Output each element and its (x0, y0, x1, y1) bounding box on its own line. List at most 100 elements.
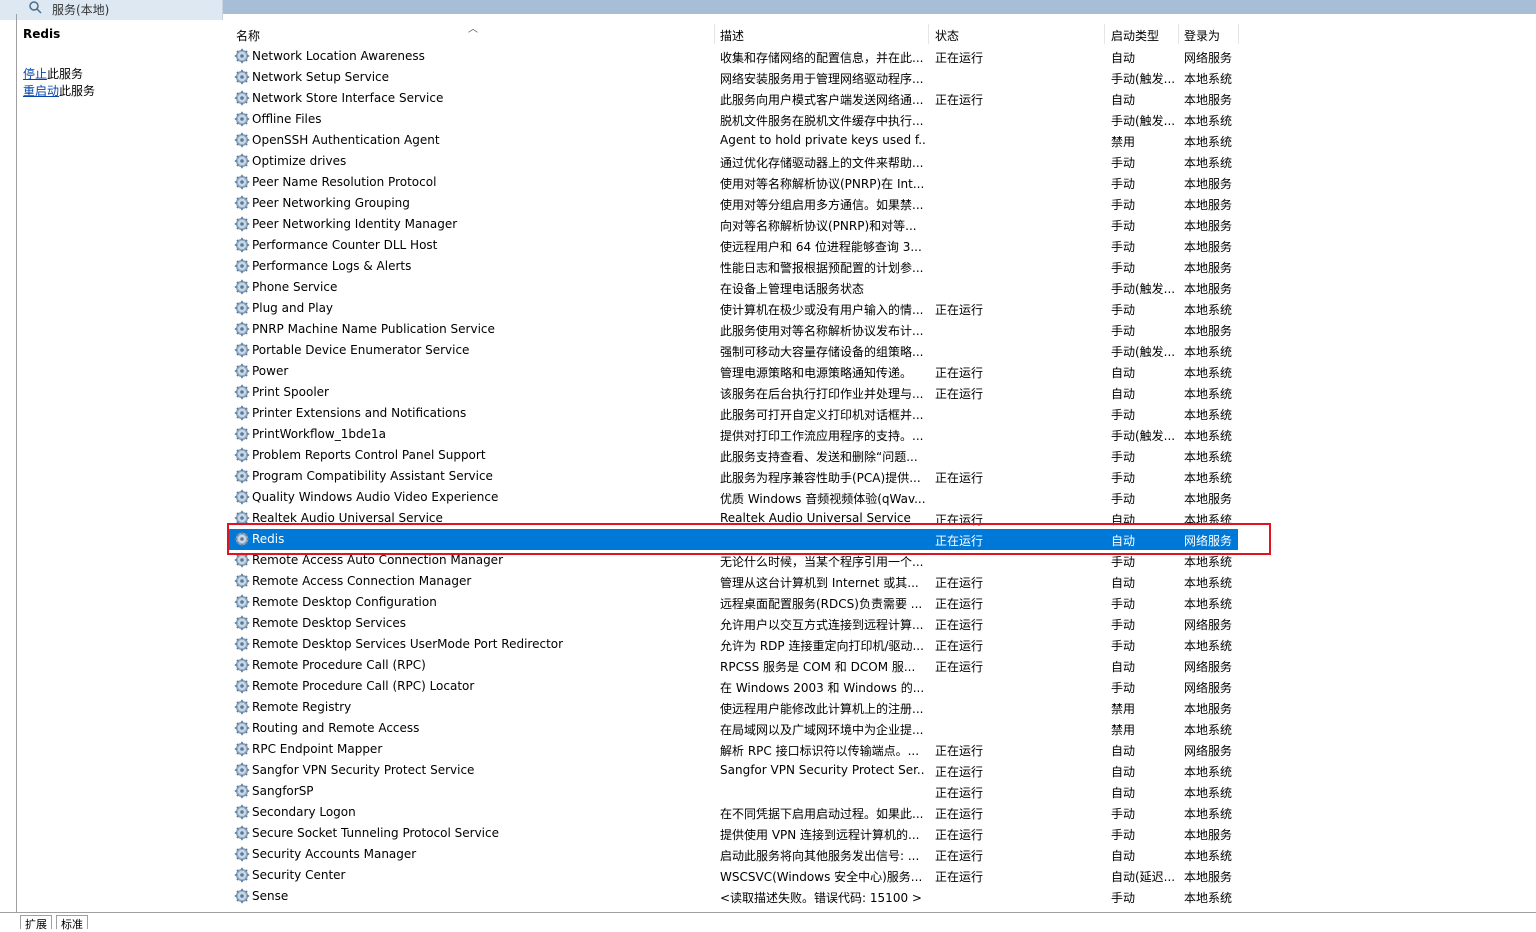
service-startup-type: 手动 (1111, 219, 1136, 233)
service-name: Peer Networking Grouping (252, 196, 410, 210)
table-row[interactable]: Print Spooler 该服务在后台执行打印作业并处理与... 正在运行 自动 本地… (228, 382, 1238, 403)
gear-icon (234, 195, 250, 211)
table-row[interactable]: Network Location Awareness 收集和存储网络的配置信息，并… (228, 46, 1238, 67)
gear-icon (234, 426, 250, 442)
service-logon-as: 本地系统 (1184, 114, 1233, 128)
gear-icon (234, 657, 250, 673)
service-startup-type: 自动 (1111, 786, 1136, 800)
table-row[interactable]: Peer Networking Grouping 使用对等分组启用多方通信。如果禁… (228, 193, 1238, 214)
table-row[interactable]: Quality Windows Audio Video Experience 优质… (228, 487, 1238, 508)
table-row-selected[interactable]: Redis 正在运行 自动 网络服务 (228, 529, 1238, 550)
column-header-startup-type[interactable]: 启动类型 (1111, 27, 1159, 44)
service-logon-as: 本地系统 (1184, 597, 1233, 611)
table-row[interactable]: Peer Name Resolution Protocol 使用对等名称解析协议(… (228, 172, 1238, 193)
column-divider[interactable] (928, 24, 929, 44)
service-logon-as: 本地系统 (1184, 555, 1233, 569)
table-row[interactable]: Plug and Play 使计算机在极少或没有用户输入的情... 正在运行 手动 本地… (228, 298, 1238, 319)
table-row[interactable]: Power 管理电源策略和电源策略通知传递。 正在运行 自动 本地系统 (228, 361, 1238, 382)
table-row[interactable]: OpenSSH Authentication Agent Agent to hol… (228, 130, 1238, 151)
service-description: 强制可移动大容量存储设备的组策略... (720, 345, 924, 359)
table-row[interactable]: Remote Access Connection Manager 管理从这台计算机… (228, 571, 1238, 592)
service-name: Remote Desktop Services (252, 616, 407, 630)
table-row[interactable]: Network Setup Service 网络安装服务用于管理网络驱动程序...… (228, 67, 1238, 88)
gear-icon (234, 720, 250, 736)
table-row[interactable]: Offline Files 脱机文件服务在脱机文件缓存中执行... 手动(触发...… (228, 109, 1238, 130)
service-description: 收集和存储网络的配置信息，并在此... (720, 51, 924, 65)
column-header-status[interactable]: 状态 (935, 27, 959, 44)
service-description: 启动此服务将向其他服务发出信号: ... (720, 849, 920, 863)
table-row[interactable]: Program Compatibility Assistant Service 此… (228, 466, 1238, 487)
table-row[interactable]: Remote Procedure Call (RPC) Locator 在 Win… (228, 676, 1238, 697)
service-description: RPCSS 服务是 COM 和 DCOM 服... (720, 660, 916, 674)
table-row[interactable]: Peer Networking Identity Manager 向对等名称解析协… (228, 214, 1238, 235)
stop-service-link[interactable]: 停止 (23, 67, 47, 81)
table-row[interactable]: Security Accounts Manager 启动此服务将向其他服务发出信号… (228, 844, 1238, 865)
service-logon-as: 本地系统 (1184, 72, 1233, 86)
title-bar (0, 0, 1536, 14)
table-row[interactable]: Remote Desktop Services 允许用户以交互方式连接到远程计算.… (228, 613, 1238, 634)
gear-icon (234, 48, 250, 64)
table-row[interactable]: Routing and Remote Access 在局域网以及广域网环境中为企业… (228, 718, 1238, 739)
table-row[interactable]: PrintWorkflow_1bde1a 提供对打印工作流应用程序的支持。... 手… (228, 424, 1238, 445)
table-row[interactable]: Sense <读取描述失败。错误代码: 15100 > 手动 本地系统 (228, 886, 1238, 907)
service-logon-as: 本地系统 (1184, 345, 1233, 359)
table-row[interactable]: RPC Endpoint Mapper 解析 RPC 接口标识符以传输端点。...… (228, 739, 1238, 760)
table-row[interactable]: Problem Reports Control Panel Support 此服务… (228, 445, 1238, 466)
column-header-name[interactable]: 名称 (236, 27, 260, 44)
service-description: 性能日志和警报根据预配置的计划参... (720, 261, 924, 275)
service-logon-as: 本地系统 (1184, 807, 1233, 821)
service-logon-as: 本地服务 (1184, 324, 1233, 338)
table-row[interactable]: Remote Registry 使远程用户能修改此计算机上的注册... 禁用 本地服务 (228, 697, 1238, 718)
table-row[interactable]: Performance Logs & Alerts 性能日志和警报根据预配置的计划… (228, 256, 1238, 277)
table-row[interactable]: Phone Service 在设备上管理电话服务状态 手动(触发... 本地服务 (228, 277, 1238, 298)
column-divider[interactable] (1104, 24, 1105, 44)
table-row[interactable]: Optimize drives 通过优化存储驱动器上的文件来帮助... 手动 本地系统 (228, 151, 1238, 172)
service-name: Remote Access Connection Manager (252, 574, 472, 588)
table-row[interactable]: Remote Access Auto Connection Manager 无论什… (228, 550, 1238, 571)
table-row[interactable]: Secondary Logon 在不同凭据下启用启动过程。如果此... 正在运行 手动… (228, 802, 1238, 823)
table-row[interactable]: Sangfor VPN Security Protect Service Sang… (228, 760, 1238, 781)
table-row[interactable]: Portable Device Enumerator Service 强制可移动大… (228, 340, 1238, 361)
service-description: 使计算机在极少或没有用户输入的情... (720, 303, 924, 317)
sort-ascending-icon: ︿ (468, 24, 478, 35)
table-row[interactable]: SangforSP 正在运行 自动 本地系统 (228, 781, 1238, 802)
service-status: 正在运行 (935, 660, 984, 674)
service-status: 正在运行 (935, 387, 984, 401)
service-description: 使远程用户和 64 位进程能够查询 3... (720, 240, 922, 254)
column-divider[interactable] (1238, 24, 1239, 44)
table-row[interactable]: Realtek Audio Universal Service Realtek A… (228, 508, 1238, 529)
restart-service-link[interactable]: 重启动 (23, 84, 59, 98)
service-name: Phone Service (252, 280, 338, 294)
service-logon-as: 本地系统 (1184, 429, 1233, 443)
service-logon-as: 网络服务 (1184, 534, 1233, 548)
service-name: Security Center (252, 868, 346, 882)
service-logon-as: 本地系统 (1184, 891, 1233, 905)
service-name: Remote Procedure Call (RPC) (252, 658, 426, 672)
service-description: 此服务支持查看、发送和删除“问题... (720, 450, 918, 464)
table-row[interactable]: Network Store Interface Service 此服务向用户模式客… (228, 88, 1238, 109)
table-row[interactable]: Remote Desktop Services UserMode Port Re… (228, 634, 1238, 655)
table-row[interactable]: Performance Counter DLL Host 使远程用户和 64 位进… (228, 235, 1238, 256)
table-row[interactable]: Remote Desktop Configuration 远程桌面配置服务(RDC… (228, 592, 1238, 613)
service-logon-as: 网络服务 (1184, 744, 1233, 758)
service-status: 正在运行 (935, 51, 984, 65)
service-logon-as: 本地系统 (1184, 786, 1233, 800)
service-description: 使用对等名称解析协议(PNRP)在 Int... (720, 177, 925, 191)
table-row[interactable]: Security Center WSCSVC(Windows 安全中心)服务...… (228, 865, 1238, 886)
table-row[interactable]: PNRP Machine Name Publication Service 此服务… (228, 319, 1238, 340)
service-logon-as: 本地服务 (1184, 93, 1233, 107)
column-header-logon[interactable]: 登录为 (1184, 27, 1220, 44)
gear-icon (234, 216, 250, 232)
column-divider[interactable] (714, 24, 715, 44)
table-row[interactable]: Remote Procedure Call (RPC) RPCSS 服务是 COM… (228, 655, 1238, 676)
gear-icon (234, 888, 250, 904)
column-divider[interactable] (1178, 24, 1179, 44)
column-header-description[interactable]: 描述 (720, 27, 744, 44)
table-row[interactable]: Secure Socket Tunneling Protocol Service… (228, 823, 1238, 844)
service-status: 正在运行 (935, 471, 984, 485)
service-startup-type: 自动 (1111, 660, 1136, 674)
table-row[interactable]: Printer Extensions and Notifications 此服务可… (228, 403, 1238, 424)
service-name: Optimize drives (252, 154, 347, 168)
service-status: 正在运行 (935, 597, 984, 611)
service-description: Agent to hold private keys used f... (720, 133, 925, 147)
